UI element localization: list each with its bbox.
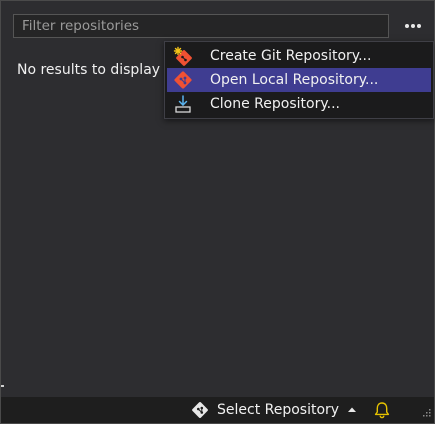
more-options-button[interactable] [398, 14, 428, 38]
menu-item-label: Create Git Repository... [210, 48, 372, 64]
menu-item-open-local-repository[interactable]: Open Local Repository... [167, 68, 431, 92]
ellipsis-icon [405, 24, 421, 28]
menu-item-label: Open Local Repository... [210, 72, 379, 88]
filter-repositories-input[interactable] [13, 14, 389, 38]
panel-edge-marker [1, 385, 4, 387]
caret-up-icon [348, 407, 357, 412]
create-git-repo-icon [173, 46, 192, 66]
select-repository-button[interactable]: Select Repository [191, 397, 357, 423]
git-diamond-icon [192, 402, 208, 418]
bell-icon[interactable] [373, 401, 391, 419]
select-repository-label: Select Repository [217, 402, 340, 418]
menu-item-clone-repository[interactable]: Clone Repository... [167, 92, 431, 116]
menu-item-create-git-repository[interactable]: Create Git Repository... [167, 44, 431, 68]
repository-actions-menu: Create Git Repository... Open Local Repo… [164, 41, 434, 119]
status-bar: Select Repository [1, 397, 434, 423]
download-icon [175, 95, 191, 113]
resize-grip-icon[interactable] [421, 409, 431, 419]
git-logo-icon [174, 71, 192, 89]
no-results-message: No results to display [17, 62, 161, 78]
menu-item-label: Clone Repository... [210, 96, 340, 112]
repository-panel: No results to display Create Git Reposit… [0, 0, 435, 424]
